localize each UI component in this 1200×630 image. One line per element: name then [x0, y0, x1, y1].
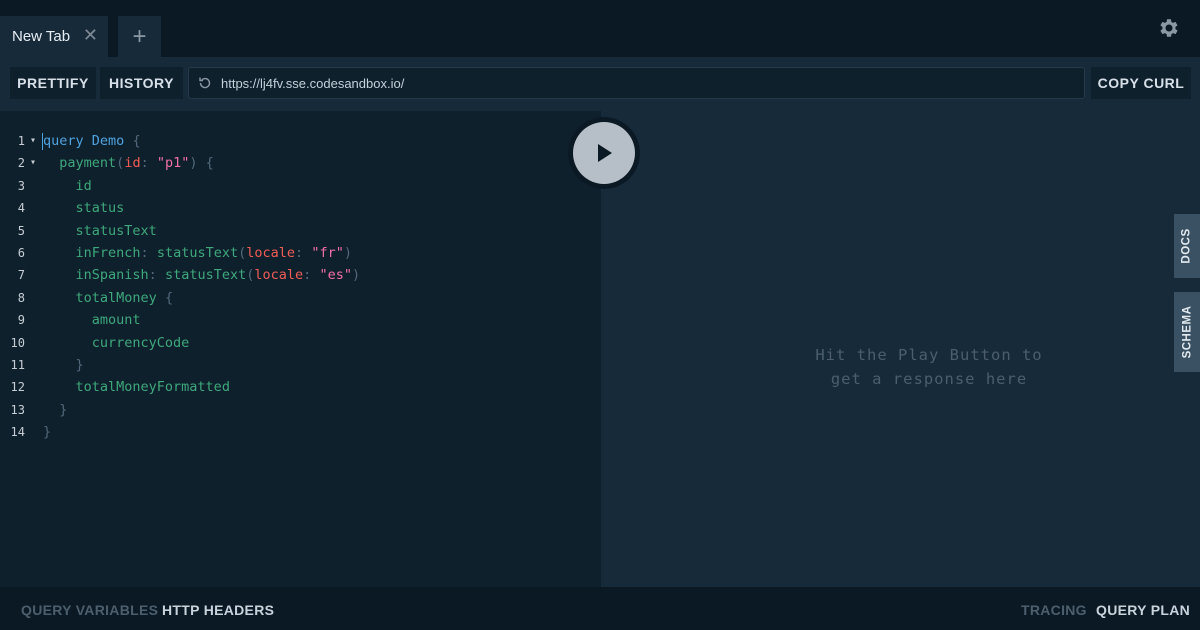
code-text: inSpanish: statusText(locale: "es") [75, 267, 361, 283]
copy-curl-button[interactable]: COPY CURL [1091, 67, 1191, 99]
line-number: 11 [10, 358, 25, 372]
line-number: 13 [10, 403, 25, 417]
line-number: 4 [17, 201, 25, 215]
reload-icon[interactable] [197, 75, 213, 91]
line-number: 3 [17, 179, 25, 193]
line-number: 2 [17, 156, 25, 170]
gear-icon[interactable] [1156, 16, 1180, 40]
http-headers-tab[interactable]: HTTP HEADERS [162, 602, 274, 618]
line-number: 12 [10, 380, 25, 394]
add-tab-button[interactable]: + [118, 16, 161, 57]
schema-tab[interactable]: SCHEMA [1174, 292, 1200, 372]
line-number: 6 [17, 246, 25, 260]
code-text: } [43, 424, 52, 440]
tab-new-tab[interactable]: New Tab ✕ [0, 16, 108, 57]
code-text: } [59, 402, 68, 418]
code-text: id [75, 178, 92, 194]
prettify-button[interactable]: PRETTIFY [10, 67, 96, 99]
query-plan-tab[interactable]: QUERY PLAN [1096, 602, 1190, 618]
toolbar: PRETTIFY HISTORY https://lj4fv.sse.codes… [0, 57, 1200, 111]
code-line: 2 ▾ payment(id: "p1") { [0, 152, 601, 174]
code-text: statusText [75, 223, 157, 239]
code-line: 14 } [0, 421, 601, 443]
response-hint-line: Hit the Play Button to [815, 346, 1043, 364]
line-number: 1 [17, 134, 25, 148]
code-line: 12 totalMoneyFormatted [0, 376, 601, 398]
code-line: 4 status [0, 197, 601, 219]
query-editor[interactable]: 1 ▾ query Demo { 2 ▾ payment(id: "p1") {… [0, 111, 601, 587]
line-number: 8 [17, 291, 25, 305]
text-cursor [42, 133, 43, 150]
code-text: totalMoneyFormatted [75, 379, 230, 395]
docs-tab-label: DOCS [1181, 228, 1194, 264]
code-line: 9 amount [0, 309, 601, 331]
code-line: 5 statusText [0, 220, 601, 242]
code-line: 6 inFrench: statusText(locale: "fr") [0, 242, 601, 264]
tab-label: New Tab [12, 28, 71, 45]
line-number: 10 [10, 336, 25, 350]
code-text: query Demo { [43, 133, 141, 149]
tab-bar: New Tab ✕ + [0, 0, 1200, 57]
code-line: 10 currencyCode [0, 332, 601, 354]
line-number: 7 [17, 268, 25, 282]
line-number: 14 [10, 425, 25, 439]
code-text: currencyCode [91, 335, 190, 351]
play-button-face [573, 122, 635, 184]
execute-query-button[interactable] [568, 117, 640, 189]
code-line: 3 id [0, 175, 601, 197]
code-line: 11 } [0, 354, 601, 376]
history-button[interactable]: HISTORY [100, 67, 183, 99]
code-text: amount [91, 312, 141, 328]
code-line: 7 inSpanish: statusText(locale: "es") [0, 264, 601, 286]
endpoint-url-field[interactable]: https://lj4fv.sse.codesandbox.io/ [188, 67, 1085, 99]
code-line: 8 totalMoney { [0, 287, 601, 309]
response-hint-line: get a response here [830, 370, 1028, 388]
code-text: status [75, 200, 125, 216]
response-pane: Hit the Play Button to get a response he… [601, 111, 1200, 587]
code-text: payment(id: "p1") { [59, 155, 214, 171]
tracing-tab[interactable]: TRACING [1021, 602, 1087, 618]
play-icon [598, 144, 612, 162]
code-line: 13 } [0, 399, 601, 421]
line-number: 5 [17, 224, 25, 238]
code-line: 1 ▾ query Demo { [0, 130, 601, 152]
schema-tab-label: SCHEMA [1181, 305, 1193, 359]
plus-icon: + [132, 22, 147, 50]
close-icon[interactable]: ✕ [83, 26, 98, 44]
query-variables-tab[interactable]: QUERY VARIABLES [21, 602, 158, 618]
docs-tab[interactable]: DOCS [1174, 214, 1200, 278]
response-hint: Hit the Play Button to get a response he… [601, 343, 1200, 391]
line-number: 9 [17, 313, 25, 327]
code-text: totalMoney { [75, 290, 174, 306]
fold-marker[interactable]: ▾ [30, 152, 36, 174]
endpoint-url: https://lj4fv.sse.codesandbox.io/ [221, 75, 405, 91]
code-text: } [75, 357, 84, 373]
code-text: inFrench: statusText(locale: "fr") [75, 245, 352, 261]
fold-marker[interactable]: ▾ [30, 130, 36, 152]
bottom-bar: QUERY VARIABLES HTTP HEADERS TRACING QUE… [0, 587, 1200, 630]
